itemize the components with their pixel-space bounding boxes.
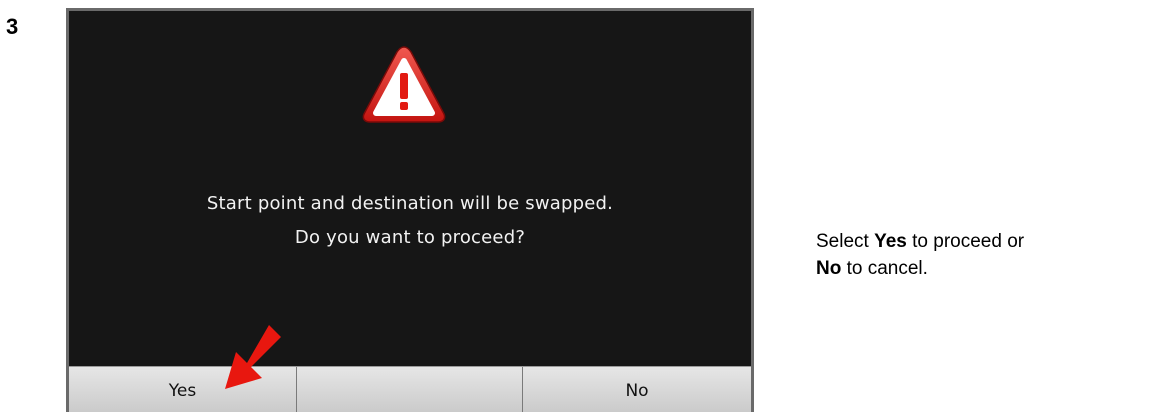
yes-button[interactable]: Yes: [69, 367, 297, 412]
dialog-message-line2: Do you want to proceed?: [294, 227, 526, 248]
dialog-message-line1: Start point and destination will be swap…: [206, 193, 614, 214]
step-number: 3: [6, 14, 19, 39]
empty-softkey[interactable]: [297, 367, 523, 412]
device-screen: Start point and destination will be swap…: [66, 8, 754, 412]
no-button[interactable]: No: [523, 367, 751, 412]
dialog-area: Start point and destination will be swap…: [74, 16, 746, 366]
warning-triangle-icon: [362, 46, 446, 123]
instruction-text-part: to cancel.: [841, 258, 928, 279]
instruction-text-part: to proceed or: [906, 231, 1025, 252]
instruction-text: Select Yes to proceed or No to cancel.: [816, 228, 1152, 282]
softkey-bar: Yes No: [69, 366, 751, 412]
instruction-no-label: No: [816, 258, 842, 279]
instruction-yes-label: Yes: [874, 231, 907, 252]
instruction-text-part: Select: [816, 231, 875, 252]
